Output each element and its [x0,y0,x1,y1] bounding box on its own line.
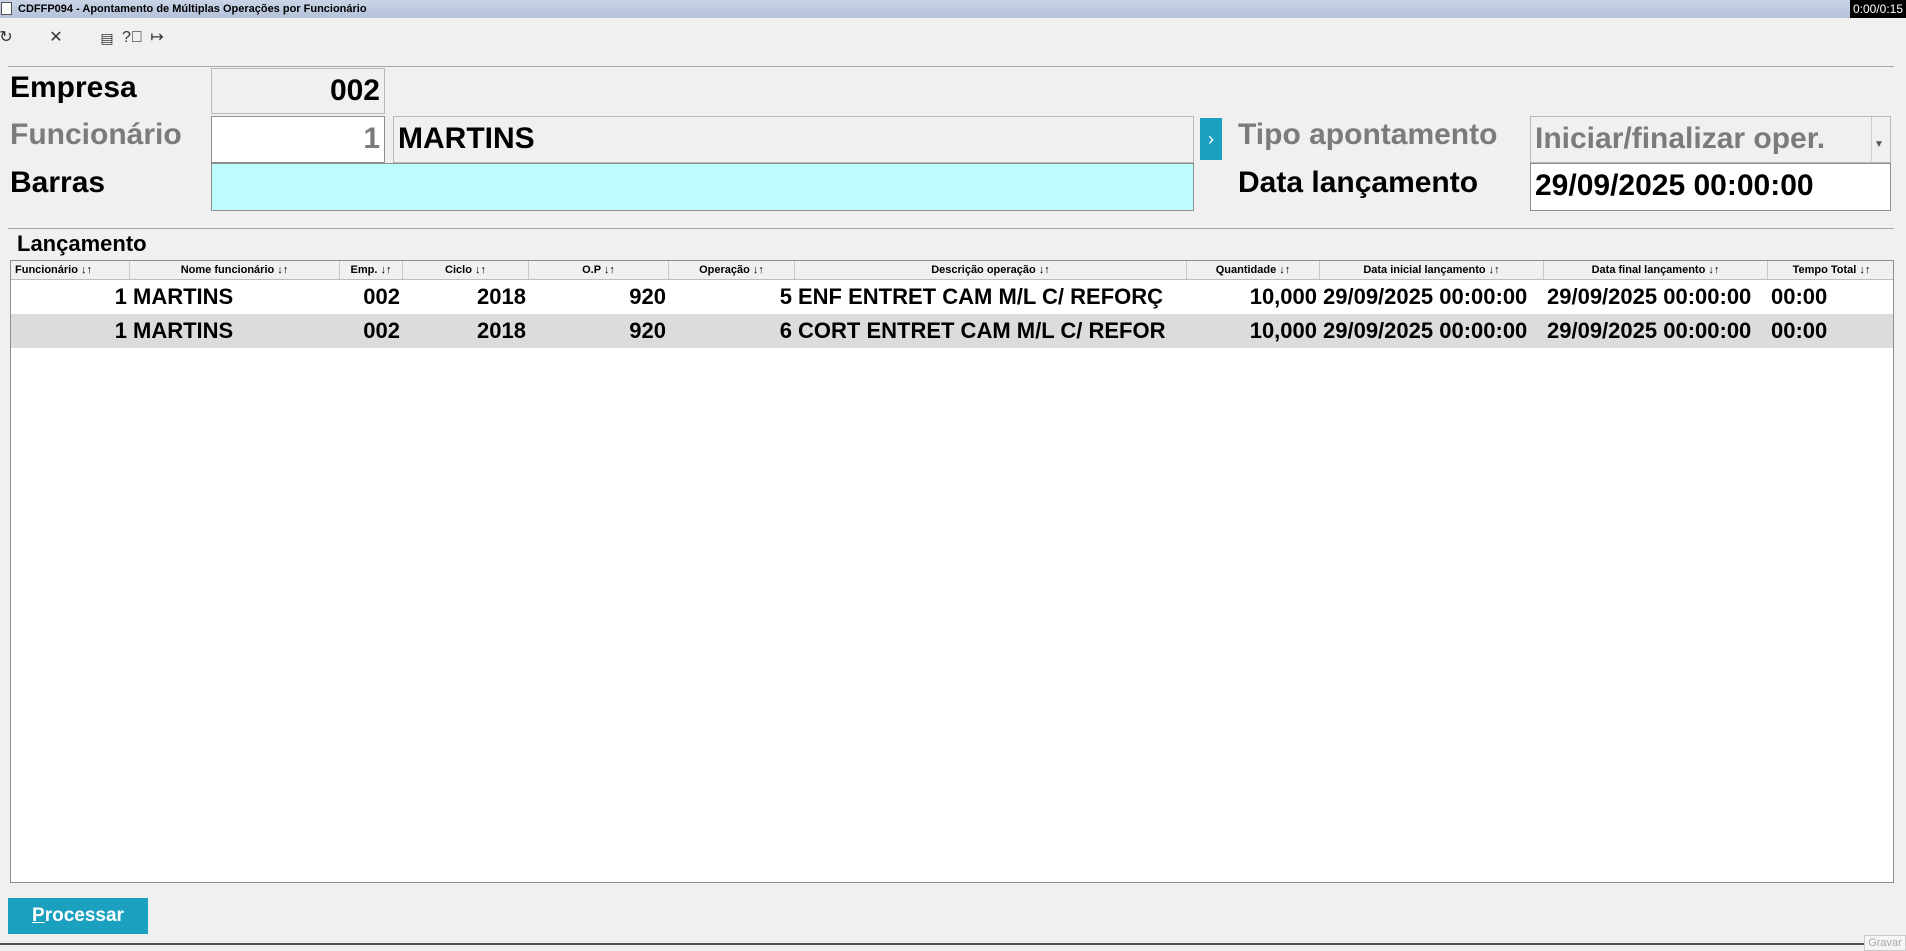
separator [8,228,1894,229]
funcionario-code-field[interactable]: 1 [211,116,385,163]
timer-display: 0:00/0:15 [1849,0,1906,18]
grid-header: Funcionário ↓↑ Nome funcionário ↓↑ Emp. … [11,261,1893,280]
column-header-ciclo[interactable]: Ciclo ↓↑ [403,261,529,279]
app-icon [1,2,12,15]
lookup-button[interactable]: › [1200,118,1222,160]
column-header-quantidade[interactable]: Quantidade ↓↑ [1187,261,1320,279]
separator [8,66,1894,67]
help-icon[interactable]: ?⃝ [122,27,143,49]
tipo-apontamento-select[interactable]: Iniciar/finalizar oper. ▼ [1530,116,1891,163]
lancamento-grid[interactable]: Funcionário ↓↑ Nome funcionário ↓↑ Emp. … [10,260,1894,883]
funcionario-name-field: MARTINS [393,116,1194,163]
column-header-data-final[interactable]: Data final lançamento ↓↑ [1544,261,1768,279]
cell-tempo-total: 00:00 [1771,318,1828,343]
cell-data-final: 29/09/2025 00:00:00 [1547,284,1752,309]
cell-descricao: CORT ENTRET CAM M/L C/ REFOR [798,318,1166,343]
column-header-descricao[interactable]: Descrição operação ↓↑ [795,261,1187,279]
empresa-field[interactable]: 002 [211,68,385,114]
window-title: CDFFP094 - Apontamento de Múltiplas Oper… [18,3,367,15]
cell-data-final: 29/09/2025 00:00:00 [1547,318,1752,343]
cell-operacao: 5 [779,284,792,309]
cell-funcionario: 1 [114,318,127,343]
cell-operacao: 6 [779,318,792,343]
funcionario-label: Funcionário [10,118,182,151]
cell-data-inicial: 29/09/2025 00:00:00 [1323,318,1528,343]
column-header-data-inicial[interactable]: Data inicial lançamento ↓↑ [1320,261,1544,279]
column-header-funcionario[interactable]: Funcionário ↓↑ [11,261,130,279]
cell-descricao: ENF ENTRET CAM M/L C/ REFORÇ [798,284,1164,309]
status-bar-border [0,943,1906,945]
tipo-apontamento-label: Tipo apontamento [1238,118,1498,151]
barras-input[interactable] [211,163,1194,211]
processar-label: rocessar [44,905,124,926]
tipo-apontamento-value: Iniciar/finalizar oper. [1535,122,1826,155]
column-header-operacao[interactable]: Operação ↓↑ [669,261,795,279]
calendar-icon[interactable]: ▤ [97,27,117,49]
cell-quantidade: 10,000 [1249,284,1317,309]
data-lancamento-label: Data lançamento [1238,166,1479,199]
title-bar: CDFFP094 - Apontamento de Múltiplas Oper… [0,0,1906,18]
cell-data-inicial: 29/09/2025 00:00:00 [1323,284,1528,309]
cell-op: 920 [629,284,666,309]
table-row[interactable]: 1 MARTINS 002 2018 920 6 CORT ENTRET CAM… [11,314,1893,348]
chevron-down-icon[interactable]: ▼ [1871,117,1886,161]
cell-quantidade: 10,000 [1249,318,1317,343]
status-corner-label: Gravar [1864,935,1906,951]
data-lancamento-field[interactable]: 29/09/2025 00:00:00 [1530,163,1891,211]
exit-icon[interactable]: ↦ [147,27,167,49]
lancamento-group-title: Lançamento [17,231,147,256]
barras-label: Barras [10,166,106,199]
cell-tempo-total: 00:00 [1771,284,1828,309]
column-header-nome[interactable]: Nome funcionário ↓↑ [130,261,340,279]
cell-ciclo: 2018 [477,318,526,343]
cell-nome: MARTINS [133,284,234,309]
column-header-emp[interactable]: Emp. ↓↑ [340,261,403,279]
cell-op: 920 [629,318,666,343]
column-header-tempo-total[interactable]: Tempo Total ↓↑ [1768,261,1893,279]
cell-funcionario: 1 [114,284,127,309]
processar-mnemonic: P [32,905,45,926]
processar-button[interactable]: Processar [8,898,148,934]
close-icon[interactable]: ✕ [46,27,66,49]
cell-ciclo: 2018 [477,284,526,309]
column-header-op[interactable]: O.P ↓↑ [529,261,669,279]
cell-nome: MARTINS [133,318,234,343]
cell-emp: 002 [363,284,400,309]
toolbar: ↻ ✕ ▤ ?⃝ ↦ [0,27,200,49]
table-row[interactable]: 1 MARTINS 002 2018 920 5 ENF ENTRET CAM … [11,280,1893,314]
refresh-icon[interactable]: ↻ [0,27,16,49]
empresa-label: Empresa [10,71,137,104]
cell-emp: 002 [363,318,400,343]
